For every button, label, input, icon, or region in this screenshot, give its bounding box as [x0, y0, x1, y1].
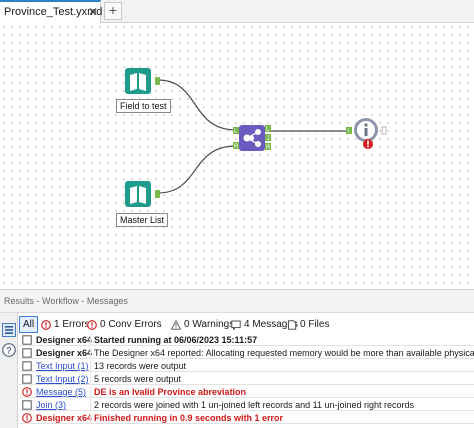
tool-caption-master-list: Master List: [116, 213, 169, 227]
error-circle-icon: [41, 319, 51, 330]
results-pane-header: Results - Workflow - Messages: [0, 289, 474, 313]
filter-conv-errors-label: 0 Conv Errors: [100, 319, 162, 330]
message-source: Designer x64: [36, 335, 93, 345]
message-bubble-icon: [231, 320, 241, 330]
warning-icon: [171, 319, 181, 330]
message-source-link[interactable]: Join (3): [36, 399, 66, 410]
filter-warnings-button[interactable]: 0 Warnings: [171, 316, 234, 333]
join-icon: L R L J R: [233, 125, 271, 151]
tool-text-input-1[interactable]: [125, 68, 161, 96]
column-divider: [90, 399, 91, 410]
message-text: 13 records were output: [94, 361, 187, 371]
tool-caption-field-to-test: Field to test: [116, 99, 171, 113]
close-icon[interactable]: ✕: [88, 5, 98, 19]
message-text: The Designer x64 reported: Allocating re…: [94, 348, 474, 358]
message-row[interactable]: Designer x64 Started running at 06/06/20…: [19, 334, 474, 346]
message-row[interactable]: Text Input (1) 13 records were output: [19, 360, 474, 372]
filter-errors-label: 1 Errors: [54, 319, 90, 330]
message-bubble-icon: [22, 400, 32, 410]
wire-input2-to-join: [157, 145, 237, 194]
text-input-icon: [125, 181, 160, 207]
message-text: 2 records were joined with 1 un-joined l…: [94, 400, 415, 410]
message-text: 5 records were output: [94, 374, 182, 384]
filter-all-button[interactable]: All: [19, 316, 39, 333]
message-row[interactable]: Designer x64 The Designer x64 reported: …: [19, 347, 474, 359]
filter-conv-errors-button[interactable]: 0 Conv Errors: [87, 316, 162, 333]
text-input-icon: [125, 68, 160, 94]
message-icon: I: [346, 118, 387, 149]
join-anchor-out-r: R: [266, 145, 271, 151]
message-row[interactable]: Join (3) 2 records were joined with 1 un…: [19, 399, 474, 411]
tab-province-test[interactable]: Province_Test.yxmd ✕: [0, 0, 102, 23]
message-text: Finished running in 0.9 seconds with 1 e…: [94, 413, 284, 423]
column-divider: [90, 373, 91, 384]
message-source-link[interactable]: Text Input (1): [36, 360, 89, 371]
filter-warnings-label: 0 Warnings: [184, 319, 235, 330]
list-view-icon[interactable]: [2, 323, 16, 337]
message-bubble-icon: [22, 348, 32, 358]
connection-wires: [157, 79, 349, 194]
filter-files-label: 0 Files: [300, 319, 330, 330]
results-title: Results - Workflow - Messages: [4, 296, 128, 306]
message-row-error[interactable]: Designer x64 Finished running in 0.9 sec…: [19, 412, 474, 424]
join-anchor-r: R: [234, 144, 239, 150]
message-row[interactable]: Text Input (2) 5 records were output: [19, 373, 474, 385]
filter-errors-button[interactable]: 1 Errors: [41, 316, 90, 333]
message-text: DE is an Ivalid Province abreviation: [94, 387, 247, 397]
message-row-error[interactable]: Message (5) DE is an Ivalid Province abr…: [19, 386, 474, 398]
results-side-toolbar: ?: [0, 313, 18, 428]
file-icon: [288, 319, 297, 330]
message-source: Designer x64: [36, 348, 93, 358]
message-text: Started running at 06/06/2023 15:11:57: [94, 335, 258, 345]
tool-message[interactable]: I: [346, 117, 390, 151]
column-divider: [90, 347, 91, 358]
join-anchor-j: J: [267, 136, 270, 142]
tool-text-input-2[interactable]: [125, 181, 161, 209]
message-bubble-icon: [22, 361, 32, 371]
error-circle-icon: [22, 413, 32, 423]
column-divider: [90, 334, 91, 345]
message-bubble-icon: [22, 335, 32, 345]
column-divider: [90, 360, 91, 371]
add-tab-button[interactable]: +: [104, 2, 122, 20]
svg-text:?: ?: [6, 346, 12, 356]
message-source-link[interactable]: Text Input (2): [36, 373, 89, 384]
workflow-canvas[interactable]: Field to test Master List L R L J R I: [0, 23, 474, 289]
message-bubble-icon: [22, 374, 32, 384]
message-source: Designer x64: [36, 413, 93, 423]
column-divider: [90, 412, 91, 423]
error-badge-icon: [363, 139, 373, 149]
error-circle-icon: [22, 387, 32, 397]
column-divider: [90, 386, 91, 397]
results-filter-bar: All 1 Errors 0 Conv Errors 0 Warnings 4 …: [19, 316, 474, 333]
results-pane: ? All 1 Errors 0 Conv Errors 0 Warnings …: [0, 313, 474, 428]
filter-files-button[interactable]: 0 Files: [287, 316, 329, 333]
tool-join[interactable]: L R L J R: [233, 123, 273, 153]
document-tab-bar: Province_Test.yxmd ✕ +: [0, 0, 474, 23]
help-icon[interactable]: ?: [2, 343, 16, 357]
message-source-link[interactable]: Message (5): [36, 386, 86, 397]
filter-all-label: All: [23, 319, 35, 330]
conv-error-circle-icon: [87, 319, 97, 330]
